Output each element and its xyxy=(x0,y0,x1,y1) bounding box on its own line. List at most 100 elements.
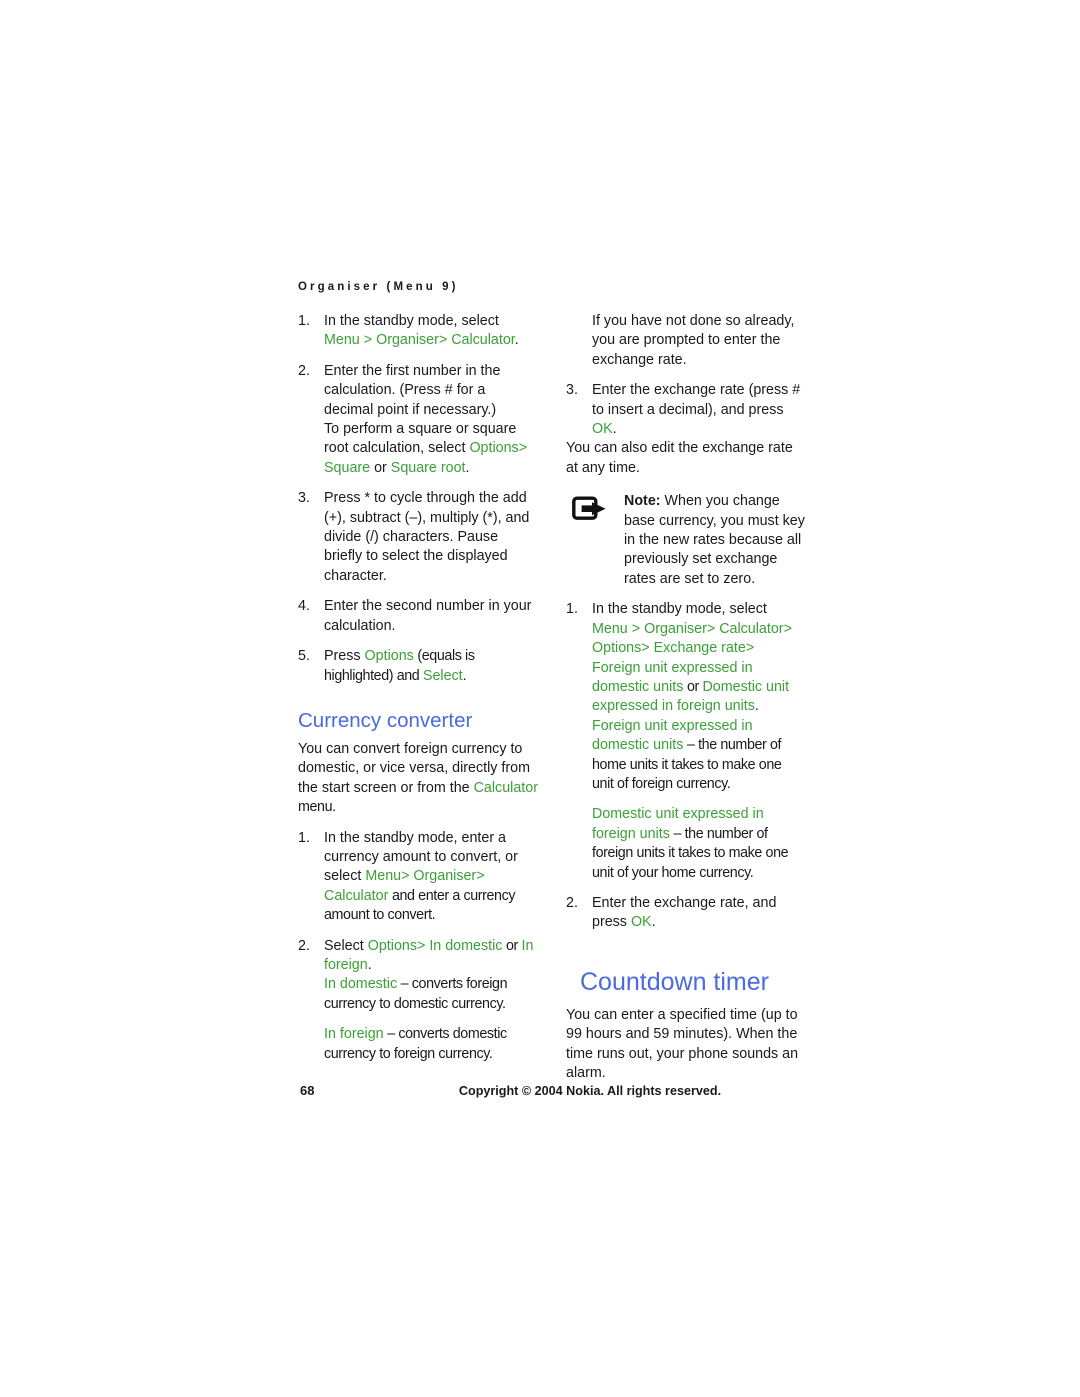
breadcrumb-separator: > xyxy=(518,440,528,457)
running-header: Organiser (Menu 9) xyxy=(298,281,459,293)
list-number: 3. xyxy=(566,382,578,399)
ui-term-ok: OK xyxy=(592,421,613,438)
step-text: Enter the exchange rate (press # to inse… xyxy=(592,382,801,438)
edit-anytime-paragraph: You can also edit the exchange rate at a… xyxy=(566,440,793,476)
sentence-period: . xyxy=(651,914,656,931)
list-number: 1. xyxy=(298,829,310,846)
ui-term-exchange-rate: Exchange rate xyxy=(653,640,746,657)
ui-term-ok: OK xyxy=(630,914,652,931)
conjunction-or: or xyxy=(683,678,703,695)
list-item: 2. Enter the exchange rate, and press OK… xyxy=(566,894,806,933)
list-number: 3. xyxy=(298,490,310,507)
square-root-note: To perform a square or square root calcu… xyxy=(324,421,528,476)
step-text: In the standby mode, select Menu > Organ… xyxy=(592,601,792,715)
intro-tail: menu. xyxy=(298,799,336,816)
ui-term-in-foreign: In foreign xyxy=(324,1026,384,1043)
exchange-rate-prompt: If you have not done so already, you are… xyxy=(592,313,795,368)
list-number: 1. xyxy=(566,601,578,618)
manual-page: Organiser (Menu 9) 1. In the standby mod… xyxy=(0,0,1080,1397)
ui-term-calculator: Calculator xyxy=(451,332,515,349)
list-item: 1. In the standby mode, enter a currency… xyxy=(298,829,538,926)
list-item: 2. Enter the first number in the calcula… xyxy=(298,362,538,420)
ui-term-calculator: Calculator xyxy=(324,887,389,904)
ui-term-calculator: Calculator xyxy=(473,779,538,796)
conjunction-or: or xyxy=(502,937,522,954)
ui-term-options: Options xyxy=(592,640,642,657)
sentence-period: . xyxy=(465,459,470,476)
ui-term-select: Select xyxy=(422,667,463,684)
step-text: Enter the first number in the calculatio… xyxy=(324,362,501,418)
ui-term-organiser: Organiser xyxy=(644,620,707,637)
list-item: 4. Enter the second number in your calcu… xyxy=(298,597,538,636)
breadcrumb-separator: > xyxy=(783,620,792,637)
list-number: 2. xyxy=(298,937,310,954)
breadcrumb-separator: > xyxy=(401,868,414,885)
breadcrumb-separator: > xyxy=(641,640,654,657)
list-item: 2. Select Options> In domestic or In for… xyxy=(298,937,538,976)
calculator-steps-list: 1. In the standby mode, select Menu > Or… xyxy=(298,312,538,420)
heading-currency-converter: Currency converter xyxy=(298,708,473,732)
breadcrumb-separator: > xyxy=(417,937,430,954)
sentence-period: . xyxy=(514,332,519,349)
breadcrumb-separator: > xyxy=(363,332,377,349)
ui-term-square-root: Square root xyxy=(390,459,466,476)
note-arrow-icon xyxy=(572,496,612,526)
sentence-period: . xyxy=(612,421,617,438)
list-number: 2. xyxy=(566,894,578,911)
left-column: 1. In the standby mode, select Menu > Or… xyxy=(298,312,538,1064)
conjunction-or: or xyxy=(370,459,391,476)
base-currency-steps-list-cont: 2. Enter the exchange rate, and press OK… xyxy=(566,894,806,933)
ui-term-options: Options xyxy=(469,440,519,457)
definition-in-foreign: In foreign – converts domestic currency … xyxy=(298,1025,538,1064)
ui-term-organiser: Organiser xyxy=(413,868,477,885)
breadcrumb-separator: > xyxy=(476,868,485,885)
ui-term-organiser: Organiser xyxy=(376,332,439,349)
list-item: 3. Press * to cycle through the add (+),… xyxy=(298,489,538,586)
heading-countdown-timer: Countdown timer xyxy=(580,967,769,996)
ui-term-square: Square xyxy=(324,459,371,476)
definition-foreign-unit: Foreign unit expressed in domestic units… xyxy=(566,717,806,795)
note-label: Note: xyxy=(624,493,661,510)
step-text: In the standby mode, select Menu > Organ… xyxy=(324,313,519,349)
definition-in-domestic: In domestic – converts foreign currency … xyxy=(298,975,538,1014)
note-callout: Note: When you change base currency, you… xyxy=(566,492,806,589)
ui-term-menu: Menu xyxy=(365,868,402,885)
breadcrumb-separator: > xyxy=(438,332,448,349)
list-item: 1. In the standby mode, select Menu > Or… xyxy=(298,312,538,351)
step-text: Enter the second number in your calculat… xyxy=(324,598,532,634)
step-text: Press Options (equals is highlighted) an… xyxy=(324,648,475,684)
breadcrumb-separator: > xyxy=(745,640,755,657)
definition-domestic-unit: Domestic unit expressed in foreign units… xyxy=(566,805,806,883)
list-item: 5. Press Options (equals is highlighted)… xyxy=(298,647,538,686)
ui-term-menu: Menu xyxy=(324,332,360,349)
breadcrumb-separator: > xyxy=(706,620,716,637)
note-body: Note: When you change base currency, you… xyxy=(624,493,805,587)
breadcrumb-separator: > xyxy=(631,620,645,637)
ui-term-menu: Menu xyxy=(592,620,628,637)
list-number: 1. xyxy=(298,313,310,329)
step-text: Press * to cycle through the add (+), su… xyxy=(324,490,530,584)
step-text: Enter the exchange rate, and press OK. xyxy=(592,894,777,931)
currency-converter-steps-list: 1. In the standby mode, enter a currency… xyxy=(298,829,538,976)
currency-converter-intro: You can convert foreign currency to dome… xyxy=(298,740,538,816)
ui-term-options: Options xyxy=(367,937,417,954)
right-column: If you have not done so already, you are… xyxy=(566,312,806,1094)
exchange-rate-steps-list: 3. Enter the exchange rate (press # to i… xyxy=(566,381,806,439)
step-text: In the standby mode, enter a currency am… xyxy=(324,829,518,924)
countdown-timer-intro: You can enter a specified time (up to 99… xyxy=(566,1006,799,1081)
sentence-period: . xyxy=(462,667,467,684)
sentence-period: . xyxy=(367,956,372,973)
ui-term-in-domestic: In domestic xyxy=(324,976,398,993)
base-currency-steps-list: 1. In the standby mode, select Menu > Or… xyxy=(566,600,806,716)
calculator-steps-list-cont: 3. Press * to cycle through the add (+),… xyxy=(298,489,538,686)
list-number: 4. xyxy=(298,598,310,615)
list-item: 3. Enter the exchange rate (press # to i… xyxy=(566,381,806,439)
ui-term-calculator: Calculator xyxy=(719,620,784,637)
sentence-period: . xyxy=(754,698,759,715)
ui-term-options: Options xyxy=(364,648,414,665)
list-number: 5. xyxy=(298,648,310,665)
page-number: 68 xyxy=(300,1083,315,1098)
list-item: 1. In the standby mode, select Menu > Or… xyxy=(566,600,806,716)
ui-term-in-domestic: In domestic xyxy=(429,937,503,954)
copyright-notice: Copyright © 2004 Nokia. All rights reser… xyxy=(458,1084,722,1098)
